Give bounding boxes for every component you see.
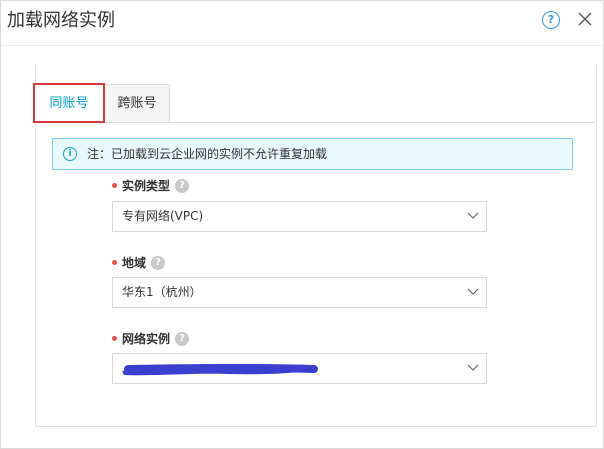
question-circle-icon[interactable]: ? [542, 11, 560, 29]
chevron-down-icon [467, 212, 479, 219]
instance-type-value: 专有网络(VPC) [122, 209, 204, 223]
notice-banner: i 注：已加载到云企业网的实例不允许重复加载 [52, 138, 573, 170]
tab-same-account[interactable]: 同账号 [33, 83, 105, 123]
help-question-icon[interactable]: ? [175, 331, 190, 346]
instance-type-label: 实例类型? [112, 178, 190, 194]
help-question-icon[interactable]: ? [175, 178, 190, 193]
info-icon: i [63, 147, 77, 161]
dialog-header: 加载网络实例 ? [1, 1, 603, 46]
region-select[interactable]: 华东1（杭州） [112, 277, 487, 308]
redaction-scribble [122, 363, 318, 376]
network-instance-label-text: 网络实例 [122, 332, 171, 346]
required-dot [112, 336, 117, 341]
chevron-down-icon [467, 288, 479, 295]
dialog-title: 加载网络实例 [7, 10, 115, 31]
tab-cross-account[interactable]: 跨账号 [104, 84, 170, 122]
instance-type-label-text: 实例类型 [122, 179, 171, 193]
region-value: 华东1（杭州） [122, 285, 202, 299]
network-instance-label: 网络实例? [112, 331, 190, 347]
notice-text: 注：已加载到云企业网的实例不允许重复加载 [87, 147, 328, 161]
close-icon[interactable] [578, 12, 592, 26]
required-dot [112, 183, 117, 188]
tab-divider [34, 122, 594, 123]
required-dot [112, 260, 117, 265]
instance-type-select[interactable]: 专有网络(VPC) [112, 201, 487, 232]
chevron-down-icon [467, 364, 479, 371]
region-label: 地域? [112, 255, 166, 271]
help-question-icon[interactable]: ? [151, 255, 166, 270]
region-label-text: 地域 [122, 256, 147, 270]
